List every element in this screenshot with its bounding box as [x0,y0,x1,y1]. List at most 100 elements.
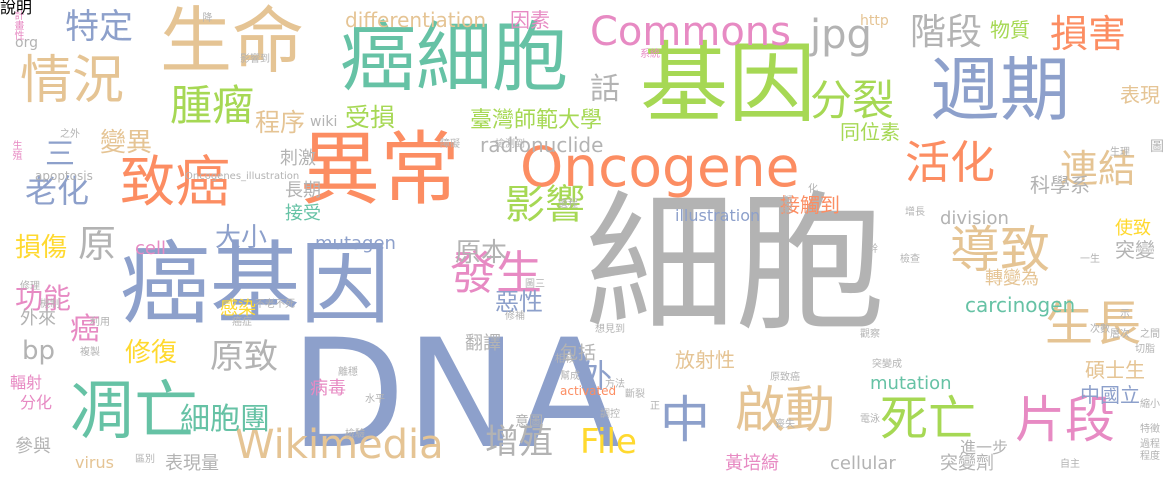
word: 層次 [1110,329,1130,340]
word: 病毒 [310,378,346,399]
word: 喪失 [775,419,795,430]
word: 凋亡 [70,375,198,449]
word: 修復 [125,338,178,368]
word: 刺激 [280,148,316,169]
word: 機制 [40,299,60,310]
word: 中 [660,391,710,449]
word: 話 [590,72,620,107]
word: 自主 [1060,459,1080,470]
word: 增長 [905,207,925,218]
word: 活化 [905,136,996,189]
word: 臺灣師範大學 [470,108,603,133]
word: 感染 [220,298,256,319]
word: 因素 [510,8,550,32]
word: 方法 [605,379,625,390]
word: mutagen [315,233,396,254]
word: 細胞團 [180,402,270,437]
word: 死亡 [880,391,977,447]
word: 凝膠 [780,195,791,215]
word: 次數 [1090,324,1110,335]
word: 障礙 [440,139,460,150]
word: cell [135,238,166,259]
word: 科學系 [1030,173,1090,197]
word: 異常 [300,123,460,216]
word: 大小 [215,223,268,253]
word: differentiation [345,8,487,32]
word: 外來 [20,308,56,329]
word: 黃培綺 [725,453,779,474]
word: illustration [675,206,761,225]
word: 放射性 [675,348,735,372]
word: http [860,13,889,29]
word: bp [22,336,56,366]
word: 轉變為 [985,268,1039,289]
word: 利用 [90,317,110,328]
word: 中國立 [1080,383,1140,407]
word: 切脂 [1135,344,1155,355]
word: 特定 [65,7,133,47]
word: wiki [310,114,338,130]
word: 物質 [990,18,1030,42]
word: 原致癌 [770,372,800,383]
word: 檢驗 [345,429,365,440]
word: 變異 [100,128,153,158]
word: 階段 [910,12,983,53]
word: 檢測到 [495,139,525,150]
word: 水平 [365,394,385,405]
word: 幫成 [560,371,580,382]
word: 影響到 [240,54,270,65]
word: 檢查 [900,254,920,265]
word: 想見到 [595,324,625,335]
word: 相較 [555,354,575,365]
word: 區別 [135,454,155,465]
word: 接受 [285,203,321,224]
word: 生殖 [10,140,21,160]
word: 三 [45,137,75,172]
word: 情況 [20,51,125,111]
word: 輻射 [10,373,43,392]
word: 生命 [160,0,305,83]
word: 化 [808,184,818,195]
word: 分化 [20,393,53,412]
word: 不老不死 [255,299,295,310]
word: 週期 [930,49,1070,131]
word: 碩士生 [1085,358,1145,382]
word: 複製 [80,347,100,358]
word: 長期 [285,180,321,201]
word-cloud: 細胞 DNA 異常 癌基因 基因 癌細胞 生命 Oncogene 週期 凋亡 致… [0,0,1175,482]
word: Oncogenes_illustration [185,171,300,182]
word: 表現 [1120,83,1160,107]
word: 生理 [1110,147,1130,158]
word: 原致 [210,337,278,377]
word: division [940,208,1009,229]
word: 特徵 [1140,424,1160,435]
word: 幹 [868,244,878,255]
word: 程序 [255,108,306,137]
word: 縮小 [1140,399,1160,410]
word: 突變劑 [940,453,994,474]
word: 調控 [600,409,620,420]
word: 增殖 [485,422,553,462]
word: 致癌 [120,150,231,214]
word: carcinogen [965,293,1076,317]
word: 分裂 [810,76,895,125]
word: 表現量 [165,453,219,474]
word: Commons [590,9,791,55]
word: 受損 [345,103,396,132]
word: 說明 [0,0,33,17]
word: 意圖 [515,414,543,430]
word: 圖 [1150,139,1164,155]
word: 過程 [1140,439,1160,450]
word: 離穩 [338,367,358,378]
word: 同位素 [840,120,900,144]
word: 示 [1120,309,1130,320]
word: 損傷 [15,233,68,263]
word: 電泳 [860,414,880,425]
word: 降 [200,12,211,22]
word: 一生 [1080,254,1100,265]
word: 修補 [505,311,525,322]
word: 翻譯 [465,333,501,354]
word: 遺程 [558,199,578,210]
word: 進一步 [960,438,1009,457]
word: 原 [78,222,117,266]
